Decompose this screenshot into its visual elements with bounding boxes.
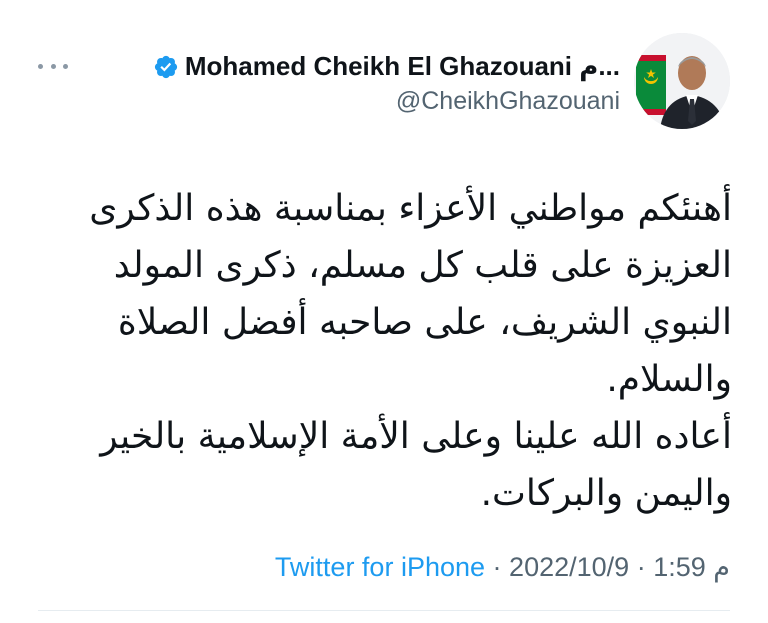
tweet-date[interactable]: 2022/10/9 [509, 552, 629, 582]
tweet-ampm: م [713, 552, 730, 582]
author-info: Mohamed Cheikh El Ghazouani م... @Cheikh… [153, 51, 620, 116]
tweet-text-line: واليمن والبركات. [480, 473, 732, 514]
author-display-name[interactable]: Mohamed Cheikh El Ghazouani م... [185, 51, 620, 82]
tweet-text-line: والسلام. [606, 359, 732, 400]
tweet-card: Mohamed Cheikh El Ghazouani م... @Cheikh… [0, 0, 768, 623]
verified-badge-icon [154, 55, 177, 78]
more-options-dot [50, 63, 56, 69]
author-handle[interactable]: @CheikhGhazouani [396, 87, 620, 116]
tweet-text-line: أهنئكم مواطني الأعزاء بمناسبة هذه الذكرى [89, 188, 732, 229]
tweet-text-line: أعاده الله علينا وعلى الأمة الإسلامية با… [100, 416, 732, 457]
meta-separator: · [636, 552, 646, 582]
tweet-text-line: النبوي الشريف، على صاحبه أفضل الصلاة [117, 302, 732, 343]
tweet-source-link[interactable]: Twitter for iPhone [275, 552, 485, 582]
tweet-text-line: العزيزة على قلب كل مسلم، ذكرى المولد [113, 245, 732, 286]
profile-avatar[interactable] [634, 33, 730, 129]
author-name-row[interactable]: Mohamed Cheikh El Ghazouani م... [153, 51, 620, 82]
more-options-button[interactable] [38, 56, 68, 76]
tweet-header: Mohamed Cheikh El Ghazouani م... @Cheikh… [153, 33, 730, 129]
tweet-body: أهنئكم مواطني الأعزاء بمناسبة هذه الذكرى… [72, 180, 732, 522]
tweet-metadata: Twitter for iPhone · م 1:59 · 2022/10/9 [275, 552, 730, 583]
avatar-image [634, 33, 730, 129]
meta-separator: · [492, 552, 502, 582]
more-options-dot [63, 63, 68, 69]
more-options-icon [38, 63, 43, 69]
divider [38, 610, 730, 611]
tweet-time[interactable]: 1:59 [653, 552, 706, 582]
